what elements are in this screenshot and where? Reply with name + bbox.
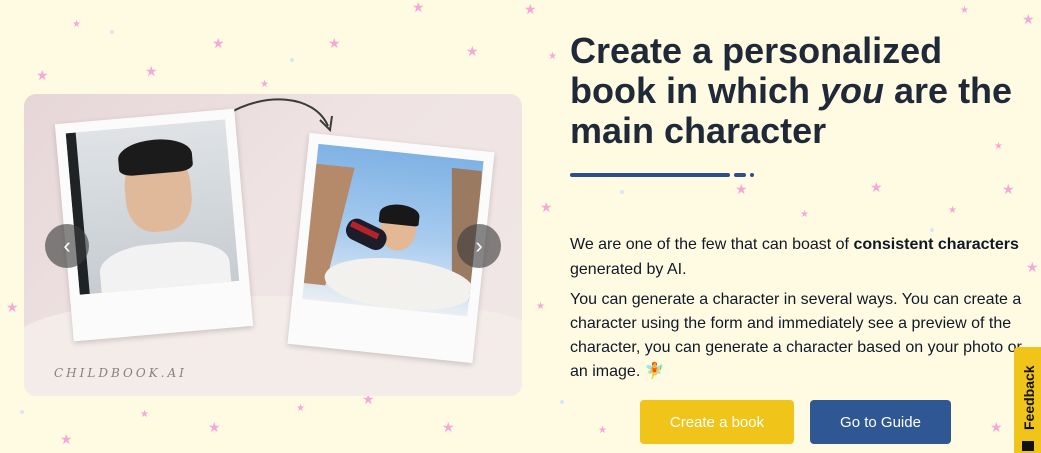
star-icon: ★ xyxy=(1026,259,1039,275)
go-to-guide-button[interactable]: Go to Guide xyxy=(810,400,951,444)
chevron-right-icon: › xyxy=(475,233,483,258)
star-icon: ★ xyxy=(412,0,425,15)
carousel-next-button[interactable]: › xyxy=(457,224,501,268)
title-underline-dash xyxy=(734,173,746,177)
star-icon: ★ xyxy=(598,425,607,436)
create-book-button[interactable]: Create a book xyxy=(640,400,794,444)
star-icon: ★ xyxy=(536,301,545,312)
star-icon: ★ xyxy=(870,179,883,195)
star-icon: ★ xyxy=(140,409,149,420)
star-icon: ★ xyxy=(466,43,479,59)
description-paragraph: You can generate a character in several … xyxy=(570,291,1022,380)
flying-hero-illustration xyxy=(302,143,484,317)
feedback-tab[interactable]: Feedback xyxy=(1014,347,1041,453)
star-icon: ★ xyxy=(800,209,809,220)
portrait-photo xyxy=(65,119,240,295)
star-icon: ★ xyxy=(212,35,225,51)
star-icon: ★ xyxy=(72,19,81,30)
original-photo-polaroid xyxy=(54,108,254,342)
title-underline xyxy=(570,173,730,177)
star-icon: ★ xyxy=(1022,11,1035,27)
star-icon: ★ xyxy=(260,79,269,90)
star-icon: ★ xyxy=(208,419,221,435)
star-icon: ★ xyxy=(735,181,748,197)
intro-paragraph: We are one of the few that can boast of … xyxy=(570,236,1019,278)
star-icon: ★ xyxy=(60,431,73,447)
star-icon: ★ xyxy=(960,5,969,16)
star-icon: ★ xyxy=(296,403,305,414)
fairy-emoji-icon: 🧚 xyxy=(644,363,665,380)
page-title: Create a personalized book in which you … xyxy=(570,30,1013,151)
star-icon: ★ xyxy=(145,63,158,79)
watermark: CHILDBOOK.AI xyxy=(54,366,187,380)
star-icon: ★ xyxy=(6,299,19,315)
star-icon: ★ xyxy=(36,67,49,83)
chat-icon xyxy=(1022,441,1034,451)
star-icon: ★ xyxy=(948,205,957,216)
image-carousel: CHILDBOOK.AI ‹ › xyxy=(24,94,522,396)
star-icon: ★ xyxy=(990,419,1003,435)
star-icon: ★ xyxy=(548,51,557,62)
star-icon: ★ xyxy=(524,1,537,17)
carousel-prev-button[interactable]: ‹ xyxy=(45,224,89,268)
star-icon: ★ xyxy=(328,35,341,51)
title-underline-dot xyxy=(750,173,754,177)
star-icon: ★ xyxy=(1002,181,1015,197)
star-icon: ★ xyxy=(442,419,455,435)
feedback-label: Feedback xyxy=(1021,365,1037,430)
star-icon: ★ xyxy=(540,199,553,215)
transform-arrow-icon xyxy=(227,98,333,133)
chevron-left-icon: ‹ xyxy=(63,233,71,258)
